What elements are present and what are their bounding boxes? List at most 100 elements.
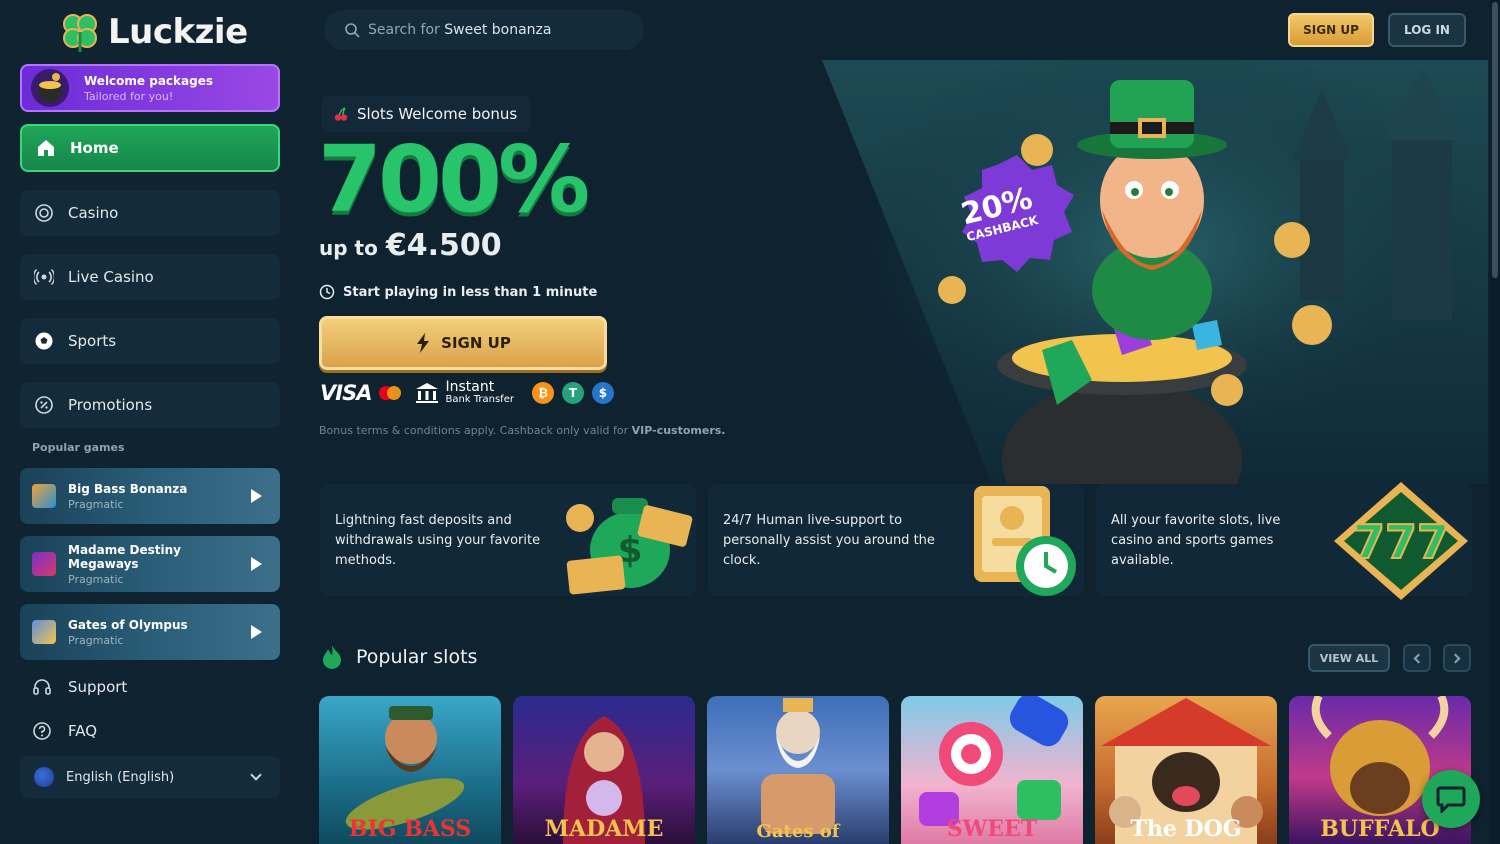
slot-card[interactable]: Gates of: [707, 696, 889, 844]
brand-name: Luckzie: [108, 12, 248, 52]
nav-casino-label: Casino: [68, 204, 119, 222]
slot-title: The DOG: [1130, 816, 1242, 842]
hero-signup-button[interactable]: SIGN UP: [319, 316, 607, 370]
flame-icon: [323, 645, 341, 669]
feature-text: All your favorite slots, live casino and…: [1111, 513, 1281, 568]
cherry-icon: [334, 107, 348, 121]
slot-card[interactable]: MADAME: [513, 696, 695, 844]
signup-button[interactable]: SIGN UP: [1288, 13, 1374, 47]
play-icon[interactable]: [251, 557, 262, 571]
slot-card[interactable]: BIG BASS: [319, 696, 501, 844]
soccer-ball-icon: [35, 332, 53, 350]
brand-logo[interactable]: Luckzie: [58, 10, 248, 54]
headset-icon: [33, 679, 51, 695]
bank-icon: [416, 382, 439, 403]
instant-bank-transfer: Instant Bank Transfer: [415, 380, 514, 405]
popular-slots-header: Popular slots: [320, 644, 477, 670]
feature-text: Lightning fast deposits and withdrawals …: [335, 513, 541, 568]
language-selector[interactable]: English (English): [20, 756, 280, 798]
scrollbar-thumb[interactable]: [1492, 2, 1498, 278]
bonus-percent: 700%: [318, 126, 590, 233]
nav-support-label: Support: [68, 678, 128, 696]
bonus-tag-label: Slots Welcome bonus: [357, 105, 518, 123]
slot-card[interactable]: SWEET: [901, 696, 1083, 844]
slot-title: BIG BASS: [348, 816, 472, 842]
fast-signup-note: Start playing in less than 1 minute: [319, 284, 597, 300]
popular-slots-title: Popular slots: [356, 646, 478, 668]
play-icon[interactable]: [251, 489, 262, 503]
eu-flag-icon: [34, 767, 54, 787]
clover-icon: [63, 14, 97, 52]
game-name: Madame Destiny Megaways: [68, 542, 182, 571]
clock-icon: [319, 284, 335, 300]
visa-logo: VISA: [320, 380, 372, 405]
fast-signup-text: Start playing in less than 1 minute: [343, 284, 598, 300]
nav-sports-label: Sports: [68, 332, 117, 350]
upto-prefix: up to: [319, 236, 378, 260]
promo-badge-icon: [35, 396, 53, 414]
slot-card[interactable]: The DOG: [1095, 696, 1277, 844]
game-provider: Pragmatic: [68, 497, 124, 511]
nav-casino[interactable]: Casino: [20, 190, 280, 236]
nav-support[interactable]: Support: [32, 677, 127, 697]
feature-fast-deposits: Lightning fast deposits and withdrawals …: [320, 484, 696, 596]
bank-transfer-label: Bank Transfer: [445, 394, 514, 405]
page-scrollbar[interactable]: [1490, 0, 1500, 844]
sidebar: Luckzie Welcome packages Tailored for yo…: [0, 0, 300, 844]
question-icon: [33, 722, 51, 740]
support-profile-clock-icon: [974, 486, 1076, 596]
upto-amount: €4.500: [385, 228, 502, 263]
nav-promotions[interactable]: Promotions: [20, 382, 280, 428]
bonus-amount: up to €4.500: [319, 228, 502, 263]
slot-title: SWEET: [946, 816, 1038, 842]
hero-signup-label: SIGN UP: [441, 334, 511, 352]
game-thumbnail: [32, 552, 56, 576]
popular-game-card[interactable]: Big Bass Bonanza Pragmatic: [20, 468, 280, 524]
nav-live-casino-label: Live Casino: [68, 268, 154, 286]
leprechaun-illustration: [822, 60, 1488, 484]
game-name: Big Bass Bonanza: [68, 481, 188, 496]
nav-home[interactable]: Home: [20, 124, 280, 172]
feature-live-support: 24/7 Human live-support to personally as…: [708, 484, 1084, 596]
search-placeholder: Search for Sweet bonanza: [368, 22, 552, 38]
popular-game-card[interactable]: Madame Destiny Megaways Pragmatic: [20, 536, 280, 592]
nav-faq[interactable]: FAQ: [32, 721, 97, 741]
feature-text: 24/7 Human live-support to personally as…: [723, 513, 935, 568]
game-provider: Pragmatic: [68, 572, 124, 586]
slot-title: Gates of: [756, 821, 840, 842]
nav-promotions-label: Promotions: [68, 396, 153, 414]
live-broadcast-icon: [34, 269, 54, 285]
tether-icon: T: [561, 381, 584, 404]
welcome-packages-banner[interactable]: Welcome packages Tailored for you!: [20, 64, 280, 112]
casino-chip-icon: [35, 204, 53, 222]
popular-game-card[interactable]: Gates of Olympus Pragmatic: [20, 604, 280, 660]
bonus-terms: Bonus terms & conditions apply. Cashback…: [319, 424, 726, 437]
search-icon: [345, 23, 360, 38]
live-chat-button[interactable]: [1422, 770, 1480, 828]
lightning-icon: [417, 333, 430, 353]
usdc-icon: $: [591, 381, 614, 404]
nav-sports[interactable]: Sports: [20, 318, 280, 364]
language-label: English (English): [66, 769, 175, 785]
game-thumbnail: [32, 484, 56, 508]
svg-text:777: 777: [1353, 515, 1449, 569]
login-button[interactable]: LOG IN: [1388, 13, 1466, 47]
chevron-down-icon: [250, 769, 262, 781]
carousel-prev-button[interactable]: [1403, 644, 1431, 672]
instant-label: Instant: [445, 379, 495, 395]
nav-faq-label: FAQ: [68, 722, 98, 740]
view-all-button[interactable]: VIEW ALL: [1308, 644, 1390, 672]
money-bag-icon: $: [566, 498, 693, 595]
welcome-subtitle: Tailored for you!: [84, 89, 174, 103]
game-name: Gates of Olympus: [68, 617, 188, 632]
search-bar[interactable]: Search for Sweet bonanza: [324, 10, 644, 50]
popular-games-heading: Popular games: [32, 441, 125, 454]
nav-live-casino[interactable]: Live Casino: [20, 254, 280, 300]
slot-title: MADAME: [544, 816, 664, 842]
bitcoin-icon: ₿: [531, 381, 554, 404]
payment-methods: VISA Instant Bank Transfer ₿ T $: [320, 380, 614, 405]
game-provider: Pragmatic: [68, 633, 124, 647]
carousel-next-button[interactable]: [1443, 644, 1471, 672]
play-icon[interactable]: [251, 625, 262, 639]
welcome-title: Welcome packages: [84, 73, 213, 88]
